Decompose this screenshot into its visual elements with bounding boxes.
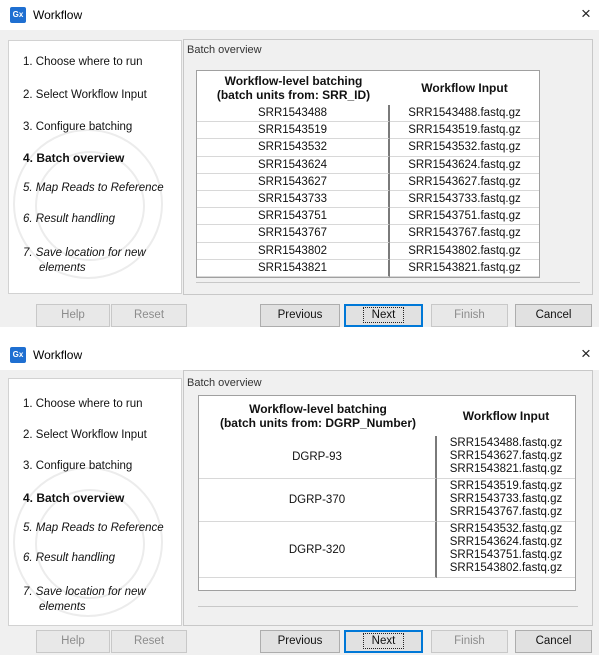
col-header-batching-line2: (batch units from: DGRP_Number) [219,416,416,430]
window-title: Workflow [33,348,83,362]
step-save-location[interactable]: 7. Save location for new elements [23,246,173,276]
table-cell-workflow-inputs[interactable]: SRR1543488.fastq.gz SRR1543627.fastq.gz SR… [437,436,575,479]
next-button-label: Next [362,633,405,649]
table-cell-batch-id[interactable]: DGRP-320 [199,522,437,578]
step-batch-overview[interactable]: 4. Batch overview [23,491,124,505]
finish-button[interactable]: Finish [431,630,508,653]
table-cell-workflow-input[interactable]: SRR1543802.fastq.gz [390,242,539,260]
step-select-workflow-input[interactable]: 2. Select Workflow Input [23,89,147,101]
workflow-dialog-srr: Gx Workflow × 1. Choose where to run 2. … [0,0,599,327]
step-configure-batching[interactable]: 3. Configure batching [23,460,132,472]
col-header-batching[interactable]: Workflow-level batching (batch units fro… [199,396,437,436]
table-cell-batch-id[interactable]: SRR1543624 [197,156,390,174]
workflow-input-file: SRR1543532.fastq.gz [449,523,563,535]
step-map-reads[interactable]: 5. Map Reads to Reference [23,522,164,534]
workflow-input-file: SRR1543802.fastq.gz [449,562,563,574]
table-cell-batch-id[interactable]: DGRP-370 [199,479,437,522]
table-cell-workflow-input[interactable]: SRR1543519.fastq.gz [390,122,539,140]
step-configure-batching[interactable]: 3. Configure batching [23,121,132,133]
batch-table: Workflow-level batching (batch units fro… [196,70,540,278]
table-cell-batch-id[interactable]: SRR1543488 [197,105,390,123]
table-cell-batch-id[interactable]: SRR1543519 [197,122,390,140]
panel-title: Batch overview [187,377,262,389]
table-cell-workflow-input[interactable]: SRR1543532.fastq.gz [390,139,539,157]
close-icon[interactable]: × [577,3,595,25]
finish-button[interactable]: Finish [431,304,508,327]
next-button[interactable]: Next [344,304,423,327]
reset-button[interactable]: Reset [111,630,187,653]
help-button[interactable]: Help [36,630,110,653]
title-bar: Gx Workflow × [0,340,599,370]
batch-table: Workflow-level batching (batch units fro… [198,395,576,591]
table-cell-workflow-input[interactable]: SRR1543488.fastq.gz [390,105,539,123]
next-button-label: Next [362,307,405,323]
table-cell-workflow-inputs[interactable]: SRR1543519.fastq.gz SRR1543733.fastq.gz SR… [437,479,575,522]
workflow-input-file: SRR1543519.fastq.gz [449,480,563,492]
col-header-batching[interactable]: Workflow-level batching (batch units fro… [197,71,390,105]
step-map-reads[interactable]: 5. Map Reads to Reference [23,182,164,194]
window-title: Workflow [33,8,83,22]
table-cell-batch-id[interactable]: SRR1543821 [197,259,390,277]
col-header-batching-line1: Workflow-level batching [249,402,387,416]
table-cell-workflow-input[interactable]: SRR1543767.fastq.gz [390,225,539,243]
col-header-workflow-input[interactable]: Workflow Input [390,71,539,105]
panel-divider [196,282,580,290]
step-result-handling[interactable]: 6. Result handling [23,552,115,564]
workflow-input-file: SRR1543627.fastq.gz [449,450,563,462]
app-logo-icon: Gx [10,7,26,23]
app-logo-icon: Gx [10,347,26,363]
workflow-input-file: SRR1543733.fastq.gz [449,493,563,505]
workflow-input-file: SRR1543767.fastq.gz [449,506,563,518]
table-cell-workflow-inputs[interactable]: SRR1543532.fastq.gz SRR1543624.fastq.gz SR… [437,522,575,578]
wizard-steps: 1. Choose where to run 2. Select Workflo… [8,40,182,294]
table-cell-workflow-input[interactable]: SRR1543627.fastq.gz [390,173,539,191]
table-cell-workflow-input[interactable]: SRR1543821.fastq.gz [390,259,539,277]
table-cell-workflow-input[interactable]: SRR1543751.fastq.gz [390,208,539,226]
help-button[interactable]: Help [36,304,110,327]
table-cell-workflow-input[interactable]: SRR1543624.fastq.gz [390,156,539,174]
title-bar: Gx Workflow × [0,0,599,30]
workflow-input-file: SRR1543488.fastq.gz [449,437,563,449]
col-header-batching-line1: Workflow-level batching [224,74,363,88]
workflow-input-file: SRR1543751.fastq.gz [449,549,563,561]
step-result-handling[interactable]: 6. Result handling [23,213,115,225]
step-select-workflow-input[interactable]: 2. Select Workflow Input [23,429,147,441]
workflow-dialog-dgrp: Gx Workflow × 1. Choose where to run 2. … [0,340,599,655]
panel-divider [198,606,578,614]
col-header-batching-line2: (batch units from: SRR_ID) [216,88,371,102]
cancel-button[interactable]: Cancel [515,630,592,653]
cancel-button[interactable]: Cancel [515,304,592,327]
step-batch-overview[interactable]: 4. Batch overview [23,151,124,165]
workflow-input-file: SRR1543624.fastq.gz [449,536,563,548]
close-icon[interactable]: × [577,343,595,365]
workflow-input-file: SRR1543821.fastq.gz [449,463,563,475]
wizard-steps: 1. Choose where to run 2. Select Workflo… [8,378,182,626]
table-cell-batch-id[interactable]: SRR1543751 [197,208,390,226]
table-cell-batch-id[interactable]: SRR1543627 [197,173,390,191]
table-cell-workflow-input[interactable]: SRR1543733.fastq.gz [390,191,539,209]
next-button[interactable]: Next [344,630,423,653]
step-save-location[interactable]: 7. Save location for new elements [23,585,173,615]
step-choose-where-to-run[interactable]: 1. Choose where to run [23,398,143,410]
previous-button[interactable]: Previous [260,304,340,327]
reset-button[interactable]: Reset [111,304,187,327]
previous-button[interactable]: Previous [260,630,340,653]
col-header-workflow-input[interactable]: Workflow Input [437,396,575,436]
panel-title: Batch overview [187,44,262,56]
step-choose-where-to-run[interactable]: 1. Choose where to run [23,56,143,68]
table-cell-batch-id[interactable]: SRR1543532 [197,139,390,157]
table-cell-batch-id[interactable]: DGRP-93 [199,436,437,479]
table-cell-batch-id[interactable]: SRR1543767 [197,225,390,243]
table-cell-batch-id[interactable]: SRR1543802 [197,242,390,260]
table-cell-batch-id[interactable]: SRR1543733 [197,191,390,209]
